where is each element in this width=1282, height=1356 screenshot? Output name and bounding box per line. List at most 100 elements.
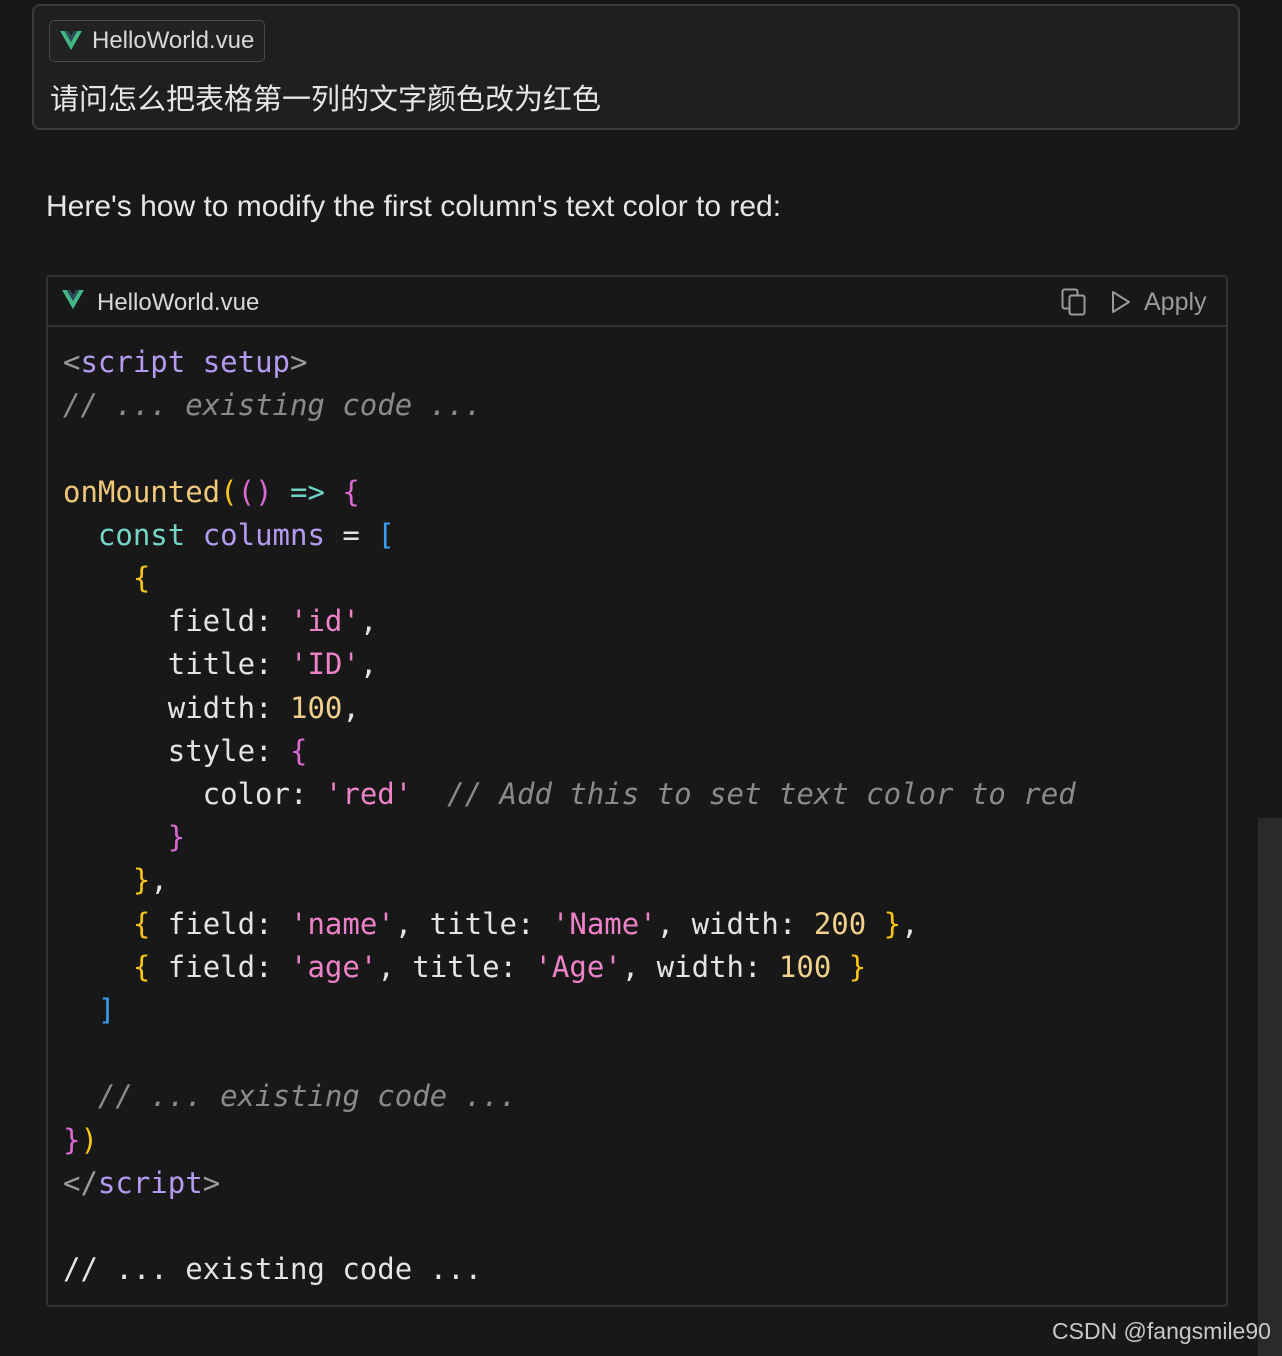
code-token: 'age' [290, 949, 378, 984]
code-line: // ... existing code ... [63, 1079, 517, 1113]
code-token: 200 [813, 906, 867, 941]
code-token: ] [97, 993, 116, 1028]
code-token: 'ID' [289, 647, 360, 682]
scrollbar[interactable] [1258, 818, 1282, 1356]
code-line: width: 100, [63, 691, 360, 725]
code-token: style: [63, 733, 290, 768]
code-token: , [150, 863, 168, 898]
code-line: style: { [63, 733, 308, 768]
code-token: script [97, 1165, 203, 1200]
code-line: { field: 'name', title: 'Name', width: 2… [63, 907, 919, 941]
code-token: ) [80, 1122, 98, 1157]
file-chip[interactable]: HelloWorld.vue [49, 20, 266, 62]
code-token: } [132, 863, 151, 898]
code-token: > [202, 1165, 221, 1200]
code-line: title: 'ID', [63, 647, 378, 682]
code-token: , width: [621, 949, 779, 984]
code-token: { [132, 906, 151, 941]
code-token: field: [150, 906, 290, 941]
code-token: { [342, 474, 360, 509]
code-token: } [883, 906, 902, 941]
code-token: </ [63, 1165, 98, 1200]
code-token: 'id' [289, 604, 360, 639]
chat-panel: HelloWorld.vue 请问怎么把表格第一列的文字颜色改为红色 Here'… [0, 0, 1282, 1356]
code-line: { field: 'age', title: 'Age', width: 100… [63, 950, 866, 984]
code-token: , [359, 604, 378, 639]
code-token: 'Age' [534, 949, 622, 984]
code-token: 100 [778, 949, 832, 984]
apply-button[interactable]: Apply [1110, 286, 1207, 318]
code-content[interactable]: <script setup> // ... existing code ... … [63, 341, 1076, 1291]
code-line: // ... existing code ... [63, 388, 482, 422]
code-token: [ [377, 517, 395, 552]
code-token: , [342, 690, 360, 725]
code-token: field: [150, 949, 290, 984]
code-token: width: [63, 690, 290, 725]
code-block-header: HelloWorld.vue Apply [48, 277, 1226, 327]
code-token: , width: [656, 906, 814, 941]
code-token: setup [202, 345, 291, 379]
vue-icon [62, 290, 84, 310]
code-token: title: [63, 647, 290, 682]
code-token: , [359, 647, 378, 682]
code-token: , title: [394, 906, 552, 941]
prompt-text: 请问怎么把表格第一列的文字颜色改为红色 [50, 82, 602, 116]
code-token: 'name' [290, 906, 395, 941]
code-token: const [97, 517, 186, 552]
code-token: () [237, 474, 273, 509]
code-token: color: [63, 777, 325, 812]
code-token: { [132, 561, 151, 596]
code-token: columns [202, 517, 325, 552]
code-line: color: 'red' // Add this to set text col… [63, 777, 1076, 811]
code-token: // ... existing code ... [63, 1252, 483, 1287]
code-line: // ... existing code ... [63, 1252, 482, 1286]
code-token: } [167, 820, 186, 855]
apply-button-label: Apply [1144, 287, 1207, 316]
code-block: HelloWorld.vue Apply <script setup> // .… [46, 275, 1228, 1307]
code-token: , [901, 906, 919, 941]
code-line: }, [63, 863, 168, 897]
copy-icon[interactable] [1060, 287, 1088, 317]
code-line: } [63, 820, 185, 854]
code-token: 'Name' [551, 906, 657, 941]
code-token: = [324, 517, 378, 552]
code-line: onMounted(() => { [63, 475, 360, 509]
code-token: script [80, 345, 186, 379]
assistant-reply-text: Here's how to modify the first column's … [46, 190, 782, 223]
code-token: { [289, 733, 308, 768]
code-token: } [848, 949, 867, 984]
code-line: </script> [63, 1166, 220, 1200]
code-token: field: [63, 604, 290, 639]
code-token: 'red' [324, 777, 413, 812]
code-line: ] [63, 993, 115, 1027]
code-token: // ... existing code ... [63, 388, 483, 423]
user-prompt-card: HelloWorld.vue 请问怎么把表格第一列的文字颜色改为红色 [32, 4, 1240, 130]
code-token: { [132, 949, 151, 984]
code-line: <script setup> [63, 345, 307, 379]
code-token: , title: [377, 949, 535, 984]
code-token: ( [220, 474, 238, 509]
code-line: }) [63, 1123, 98, 1157]
code-token: // Add this to set text color to red [447, 777, 1076, 812]
code-token: } [63, 1122, 81, 1157]
code-token: => [290, 474, 325, 509]
code-line: field: 'id', [63, 604, 378, 639]
file-chip-label: HelloWorld.vue [92, 27, 255, 54]
code-token: < [63, 345, 81, 379]
watermark: CSDN @fangsmile90 [1052, 1318, 1271, 1344]
code-line: const columns = [ [63, 518, 395, 552]
